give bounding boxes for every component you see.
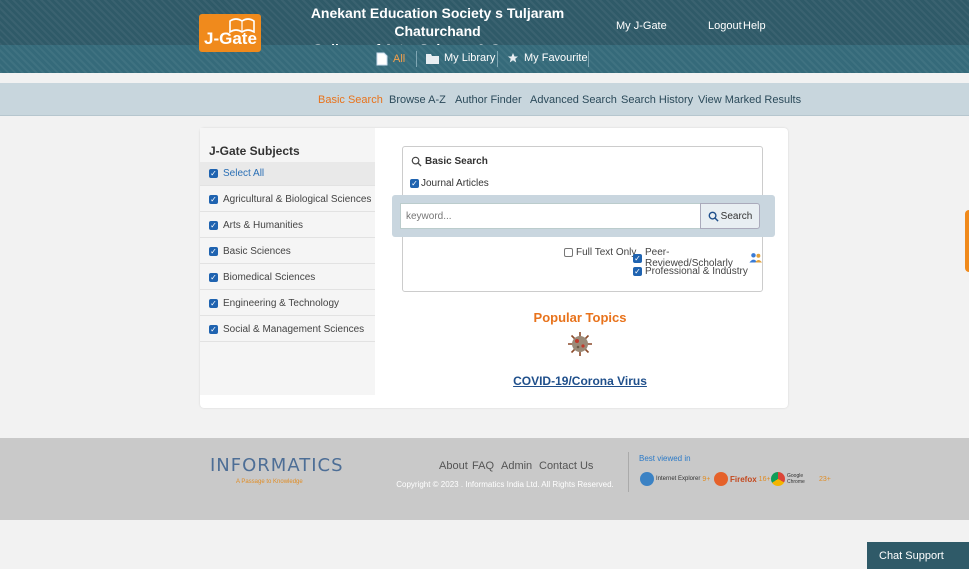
book-icon [229, 18, 255, 33]
nav-browse-a-z[interactable]: Browse A-Z [389, 94, 446, 106]
browser-version: 16+ [758, 475, 771, 483]
journal-articles-label: Journal Articles [421, 178, 489, 189]
checkbox-checked-icon: ✓ [209, 299, 218, 308]
search-nav-bar: Basic Search Browse A-Z Author Finder Ad… [0, 83, 969, 116]
popular-topics-title: Popular Topics [533, 310, 627, 325]
basic-search-heading: Basic Search [411, 156, 488, 167]
document-icon [376, 52, 388, 66]
checkbox-checked-icon: ✓ [209, 169, 218, 178]
subject-item[interactable]: ✓ Social & Management Sciences [200, 318, 375, 342]
institution-name-line1: Anekant Education Society s Tuljaram Cha… [310, 5, 565, 39]
checkbox-checked-icon: ✓ [209, 221, 218, 230]
professional-industry-label: Professional & Industry [645, 266, 748, 277]
my-jgate-link[interactable]: My J-Gate [616, 20, 667, 32]
checkbox-checked-icon: ✓ [410, 179, 419, 188]
subject-label: Arts & Humanities [223, 220, 304, 231]
subject-label: Agricultural & Biological Sciences [223, 194, 372, 205]
top-header: Anekant Education Society s Tuljaram Cha… [0, 0, 969, 57]
checkbox-checked-icon: ✓ [633, 267, 642, 276]
keyword-search-input[interactable] [400, 203, 700, 229]
subject-select-all[interactable]: ✓ Select All [200, 162, 375, 186]
tab-my-library[interactable]: My Library [426, 52, 495, 64]
nav-basic-search[interactable]: Basic Search [318, 94, 383, 106]
logout-link[interactable]: Logout [708, 20, 742, 32]
tab-my-library-label: My Library [444, 52, 496, 64]
search-button-label: Search [720, 210, 753, 222]
subject-label: Engineering & Technology [223, 298, 340, 309]
browser-ie: Internet Explorer 9+ [640, 472, 710, 486]
browser-version: 23+ [819, 475, 831, 483]
folder-icon [426, 54, 439, 64]
subject-label: Select All [223, 168, 265, 179]
search-card: J-Gate Subjects ✓ Select All ✓ Agricultu… [200, 128, 788, 408]
side-feedback-tab[interactable] [965, 210, 969, 272]
subject-label: Social & Management Sciences [223, 324, 365, 335]
search-button[interactable]: Search [700, 203, 760, 229]
star-icon [508, 53, 518, 63]
checkbox-checked-icon: ✓ [633, 253, 642, 263]
browser-name: Google Chrome [787, 473, 805, 485]
nav-search-history[interactable]: Search History [621, 94, 693, 106]
subject-item[interactable]: ✓ Biomedical Sciences [200, 266, 375, 290]
basic-search-title: Basic Search [425, 156, 488, 167]
checkbox-checked-icon: ✓ [209, 247, 218, 256]
informatics-tagline: A Passage to Knowledge [236, 479, 303, 485]
browser-version: 9+ [702, 475, 711, 483]
browser-chrome: Google Chrome 23+ [771, 472, 831, 486]
full-text-only-checkbox[interactable]: Full Text Only [564, 247, 636, 258]
chrome-icon [771, 472, 785, 486]
checkbox-unchecked-icon [564, 248, 573, 257]
browser-name: Internet Explorer [656, 476, 701, 482]
footer-divider [628, 452, 629, 492]
subject-item[interactable]: ✓ Arts & Humanities [200, 214, 375, 238]
scholar-users-icon [749, 253, 762, 263]
subject-label: Biomedical Sciences [223, 272, 316, 283]
admin-link[interactable]: Admin [501, 460, 532, 472]
nav-view-marked-results[interactable]: View Marked Results [698, 94, 801, 106]
checkbox-checked-icon: ✓ [209, 325, 218, 334]
subject-item[interactable]: ✓ Basic Sciences [200, 240, 375, 264]
faq-link[interactable]: FAQ [472, 460, 494, 472]
checkbox-checked-icon: ✓ [209, 273, 218, 282]
subject-item[interactable]: ✓ Engineering & Technology [200, 292, 375, 316]
firefox-icon [714, 472, 728, 486]
tab-separator [497, 51, 498, 67]
internet-explorer-icon [640, 472, 654, 486]
nav-advanced-search[interactable]: Advanced Search [530, 94, 617, 106]
nav-author-finder[interactable]: Author Finder [455, 94, 522, 106]
tab-separator [588, 51, 589, 67]
professional-industry-checkbox[interactable]: ✓ Professional & Industry [633, 266, 748, 277]
browser-firefox: Firefox 16+ [714, 472, 771, 486]
browser-name: Firefox [730, 474, 757, 484]
coronavirus-icon[interactable] [567, 331, 593, 357]
footer: INFORMATICS A Passage to Knowledge About… [0, 438, 969, 520]
checkbox-checked-icon: ✓ [209, 195, 218, 204]
subject-label: Basic Sciences [223, 246, 291, 257]
subject-item[interactable]: ✓ Agricultural & Biological Sciences [200, 188, 375, 212]
tab-all-label: All [393, 53, 406, 65]
subjects-panel: J-Gate Subjects ✓ Select All ✓ Agricultu… [200, 128, 375, 395]
search-icon [411, 156, 422, 167]
journal-articles-checkbox[interactable]: ✓ Journal Articles [410, 178, 489, 189]
copyright-text: Copyright © 2023 . Informatics India Ltd… [396, 480, 614, 489]
search-bar: Search [392, 195, 775, 237]
tab-my-favourite[interactable]: My Favourite [507, 52, 588, 64]
tab-bar: All My Library My Favourite [0, 45, 969, 73]
jgate-logo[interactable]: J-Gate [199, 14, 261, 52]
contact-us-link[interactable]: Contact Us [539, 460, 593, 472]
best-viewed-label: Best viewed in [639, 454, 691, 463]
tab-separator [416, 51, 417, 67]
covid-topic-link[interactable]: COVID-19/Corona Virus [480, 374, 680, 388]
tab-my-favourite-label: My Favourite [524, 52, 588, 64]
help-link[interactable]: Help [743, 20, 766, 32]
tab-all[interactable]: All [376, 52, 405, 66]
chat-support-button[interactable]: Chat Support [867, 542, 969, 569]
about-link[interactable]: About [439, 460, 468, 472]
subjects-title: J-Gate Subjects [209, 144, 300, 158]
informatics-logo: INFORMATICS [210, 455, 344, 476]
full-text-only-label: Full Text Only [576, 247, 637, 258]
search-icon [708, 211, 719, 222]
